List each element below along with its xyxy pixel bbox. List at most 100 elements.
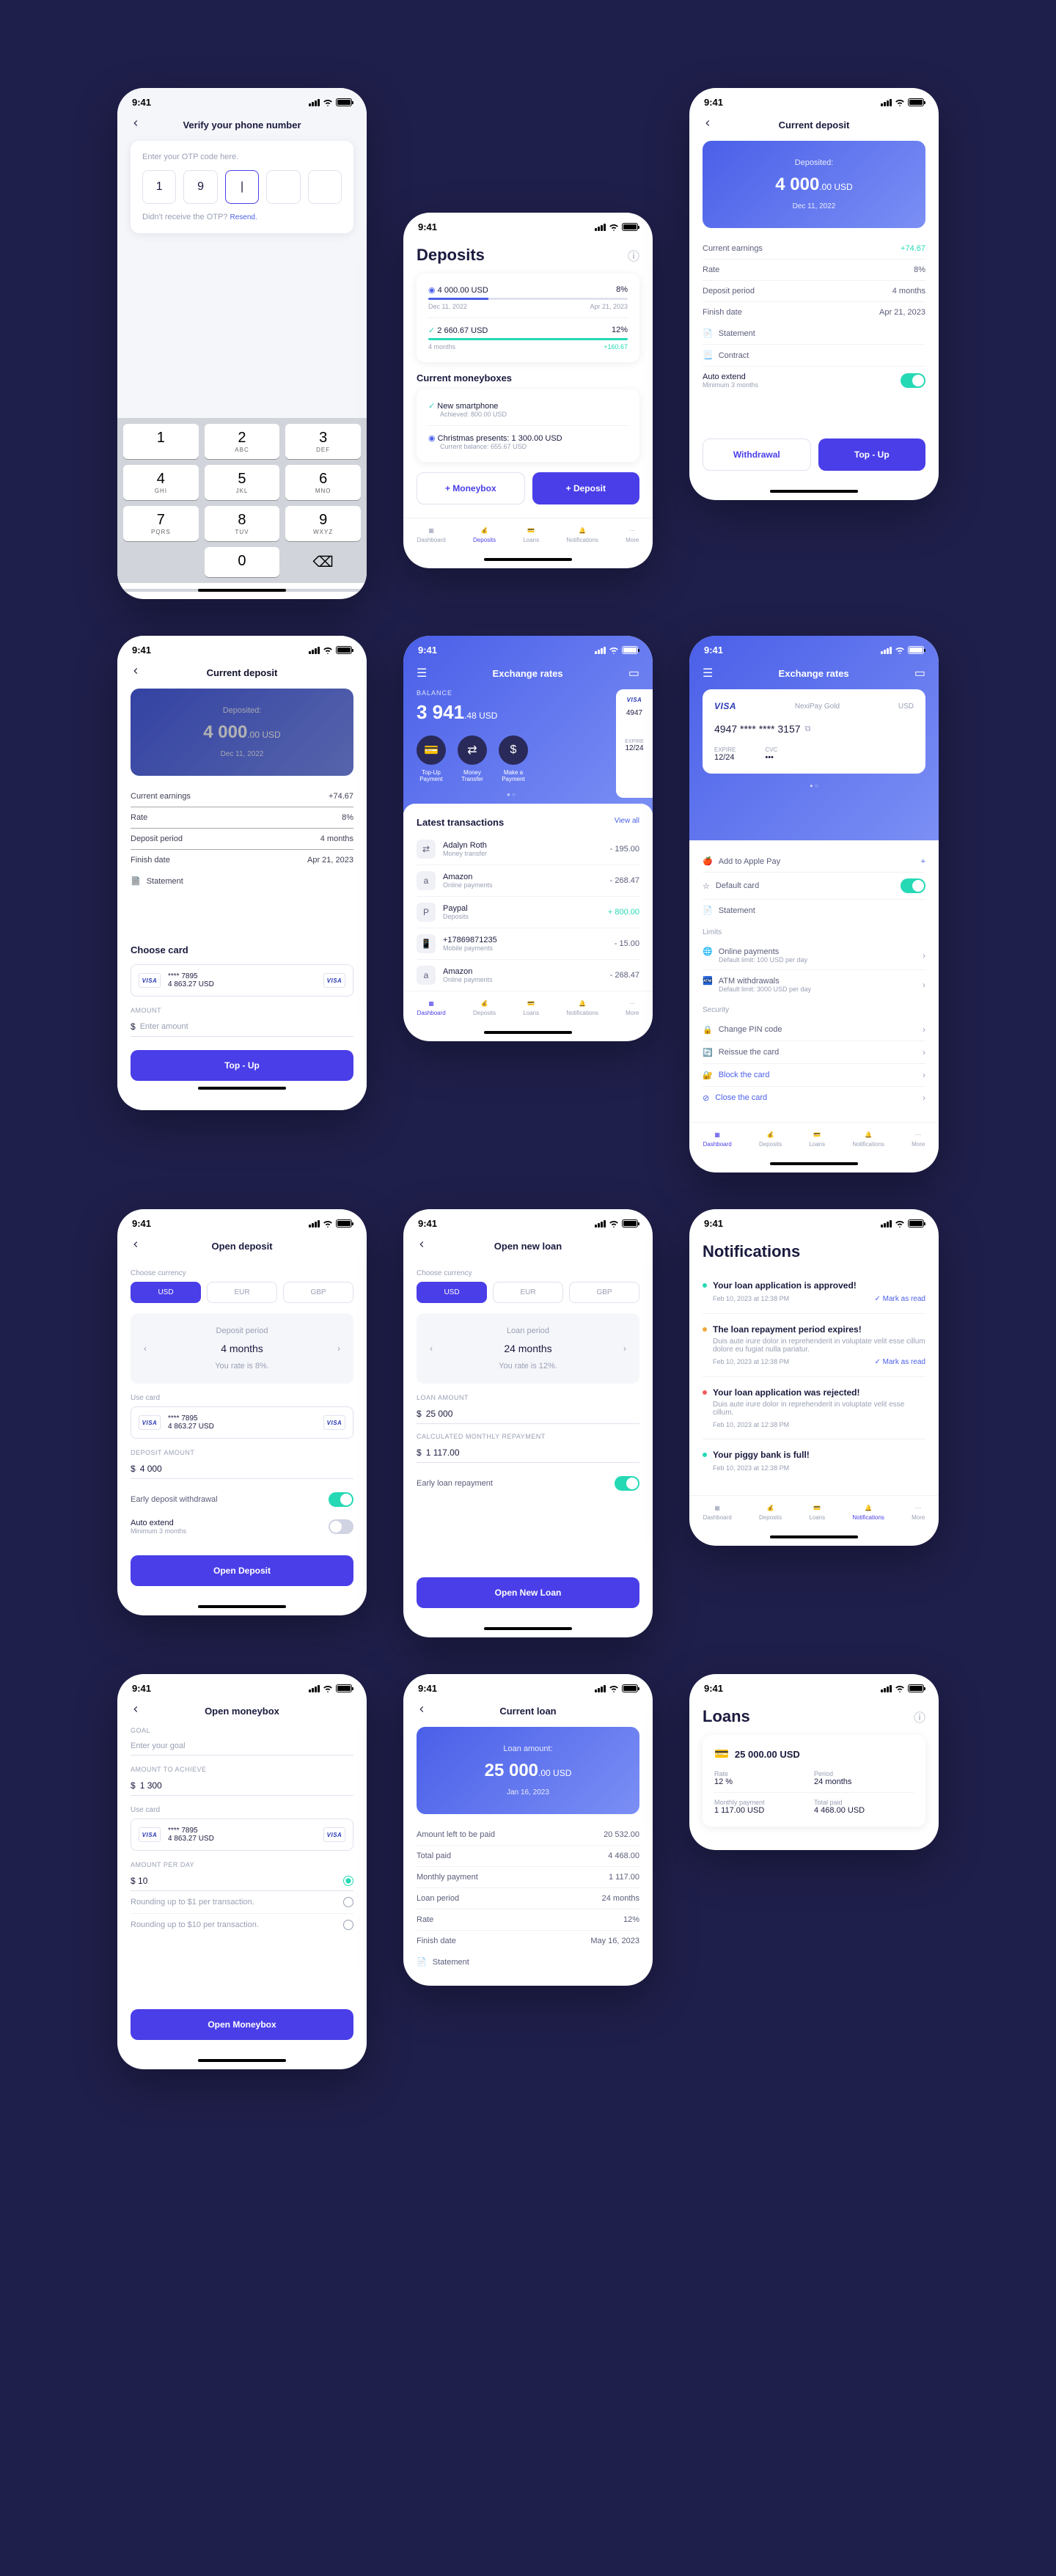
add-moneybox-button[interactable]: + Moneybox (417, 472, 525, 504)
auto-toggle[interactable] (329, 1519, 353, 1534)
tab-dashboard[interactable]: ▦Dashboard (417, 527, 446, 543)
copy-icon[interactable]: ⧉ (805, 724, 811, 734)
backspace-key[interactable]: ⌫ (285, 547, 361, 577)
transaction-row[interactable]: ⇄Adalyn RothMoney transfer- 195.00 (417, 834, 639, 865)
back-icon[interactable] (131, 1704, 145, 1718)
round1-radio[interactable] (343, 1897, 353, 1907)
tab-more[interactable]: ⋯More (626, 1000, 639, 1016)
keypad-key[interactable]: 9WXYZ (285, 506, 361, 541)
otp-digit[interactable] (308, 170, 342, 204)
withdrawal-button[interactable]: Withdrawal (703, 438, 811, 471)
keypad-key[interactable]: 8TUV (205, 506, 280, 541)
transaction-row[interactable]: PPaypalDeposits+ 800.00 (417, 896, 639, 928)
next-icon[interactable]: › (337, 1343, 340, 1354)
tab-dashboard[interactable]: ▦Dashboard (417, 1000, 446, 1016)
close-link[interactable]: ⊘Close the card› (703, 1086, 925, 1109)
back-icon[interactable] (417, 1239, 431, 1253)
open-moneybox-button[interactable]: Open Moneybox (131, 2009, 353, 2040)
reissue-link[interactable]: 🔄Reissue the card› (703, 1041, 925, 1063)
menu-icon[interactable]: ☰ (703, 666, 713, 680)
keypad-key[interactable]: 2ABC (205, 424, 280, 459)
tab-loans[interactable]: 💳Loans (523, 1000, 539, 1016)
keypad-key[interactable]: 1 (123, 424, 199, 459)
statement-link[interactable]: 📄Statement (703, 323, 925, 344)
deposit-item[interactable]: ✓ 2 660.67 USD12% 4 months+160.67 (428, 318, 628, 351)
currency-pill[interactable]: GBP (569, 1282, 639, 1303)
back-icon[interactable] (417, 1704, 431, 1718)
currency-pill[interactable]: EUR (493, 1282, 563, 1303)
tab-dashboard[interactable]: ▦Dashboard (703, 1505, 732, 1521)
card-selector[interactable]: VISA **** 78954 863.27 USD VISA (131, 1819, 353, 1851)
card-icon[interactable]: ▭ (914, 666, 925, 680)
keypad-key[interactable]: 0 (205, 547, 280, 577)
perday-radio[interactable] (343, 1876, 353, 1886)
transaction-row[interactable]: 📱+17869871235Mobile payments- 15.00 (417, 928, 639, 959)
action-button[interactable]: 💳Top-UpPayment (417, 735, 446, 782)
pin-link[interactable]: 🔒Change PIN code› (703, 1019, 925, 1041)
menu-icon[interactable]: ☰ (417, 666, 427, 680)
view-all-link[interactable]: View all (615, 817, 639, 828)
notification-item[interactable]: The loan repayment period expires!Duis a… (703, 1313, 925, 1376)
topup-button[interactable]: Top - Up (818, 438, 925, 471)
tab-dashboard[interactable]: ▦Dashboard (703, 1131, 732, 1148)
add-deposit-button[interactable]: + Deposit (532, 472, 639, 504)
tab-notifications[interactable]: 🔔Notifications (566, 527, 598, 543)
back-icon[interactable] (131, 1239, 145, 1253)
currency-pill[interactable]: EUR (207, 1282, 277, 1303)
open-loan-button[interactable]: Open New Loan (417, 1577, 639, 1608)
currency-pill[interactable]: GBP (283, 1282, 353, 1303)
next-icon[interactable]: › (623, 1343, 626, 1354)
tab-deposits[interactable]: 💰Deposits (473, 1000, 496, 1016)
early-toggle[interactable] (615, 1476, 639, 1491)
tab-notifications[interactable]: 🔔Notifications (852, 1505, 884, 1521)
card-selector[interactable]: VISA **** 78954 863.27 USD VISA (131, 964, 353, 997)
tab-deposits[interactable]: 💰Deposits (759, 1131, 782, 1148)
tab-more[interactable]: ⋯More (626, 527, 639, 543)
early-toggle[interactable] (329, 1492, 353, 1507)
tab-more[interactable]: ⋯More (912, 1131, 925, 1148)
keypad-key[interactable]: 4GHI (123, 465, 199, 500)
statement-link[interactable]: 📄Statement (417, 1951, 639, 1973)
prev-icon[interactable]: ‹ (144, 1343, 147, 1354)
action-button[interactable]: ⇄MoneyTransfer (458, 735, 487, 782)
amount-input[interactable]: $ Enter amount (131, 1017, 353, 1037)
default-toggle[interactable] (901, 878, 925, 893)
mark-read-link[interactable]: ✓ Mark as read (874, 1295, 925, 1303)
moneybox-item[interactable]: ✓ New smartphoneAchieved: 800.00 USD (428, 401, 628, 418)
keypad-key[interactable]: 7PQRS (123, 506, 199, 541)
contract-link[interactable]: 📃Contract (703, 344, 925, 366)
tab-loans[interactable]: 💳Loans (809, 1505, 825, 1521)
perday-input[interactable]: $ 10 (131, 1876, 147, 1886)
action-button[interactable]: $Make aPayment (499, 735, 528, 782)
otp-digit[interactable]: 1 (142, 170, 176, 204)
resend-link[interactable]: Resend. (230, 213, 257, 221)
otp-digit[interactable]: | (225, 170, 259, 204)
info-icon[interactable]: ⓘ (914, 1708, 925, 1725)
currency-pill[interactable]: USD (417, 1282, 487, 1303)
tab-notifications[interactable]: 🔔Notifications (852, 1131, 884, 1148)
notification-item[interactable]: Your piggy bank is full!Feb 10, 2023 at … (703, 1439, 925, 1482)
keypad-key[interactable]: 5JKL (205, 465, 280, 500)
otp-digit[interactable]: 9 (183, 170, 217, 204)
back-icon[interactable] (703, 118, 717, 132)
loan-card[interactable]: 💳 25 000.00 USD Rate12 %Period24 monthsM… (703, 1735, 925, 1827)
loan-amount-input[interactable]: $ 25 000 (417, 1404, 639, 1424)
notification-item[interactable]: Your loan application is approved!Feb 10… (703, 1270, 925, 1313)
tab-loans[interactable]: 💳Loans (523, 527, 539, 543)
statement-link[interactable]: 📄Statement (703, 899, 925, 921)
tab-notifications[interactable]: 🔔Notifications (566, 1000, 598, 1016)
apple-pay-link[interactable]: 🍎Add to Apple Pay+ (703, 851, 925, 872)
tab-deposits[interactable]: 💰Deposits (473, 527, 496, 543)
deposit-item[interactable]: ◉ 4 000.00 USD8% Dec 11, 2022Apr 21, 202… (428, 285, 628, 310)
back-icon[interactable] (131, 118, 145, 132)
online-limit[interactable]: 🌐Online paymentsDefault limit: 100 USD p… (703, 941, 925, 969)
keypad-key[interactable]: 3DEF (285, 424, 361, 459)
deposit-amount-input[interactable]: $ 4 000 (131, 1459, 353, 1479)
otp-digit[interactable] (266, 170, 300, 204)
tab-loans[interactable]: 💳Loans (809, 1131, 825, 1148)
card-icon[interactable]: ▭ (628, 666, 639, 680)
auto-extend-toggle[interactable] (901, 373, 925, 388)
notification-item[interactable]: Your loan application was rejected!Duis … (703, 1376, 925, 1439)
transaction-row[interactable]: aAmazonOnline payments- 268.47 (417, 959, 639, 991)
transaction-row[interactable]: aAmazonOnline payments- 268.47 (417, 865, 639, 896)
